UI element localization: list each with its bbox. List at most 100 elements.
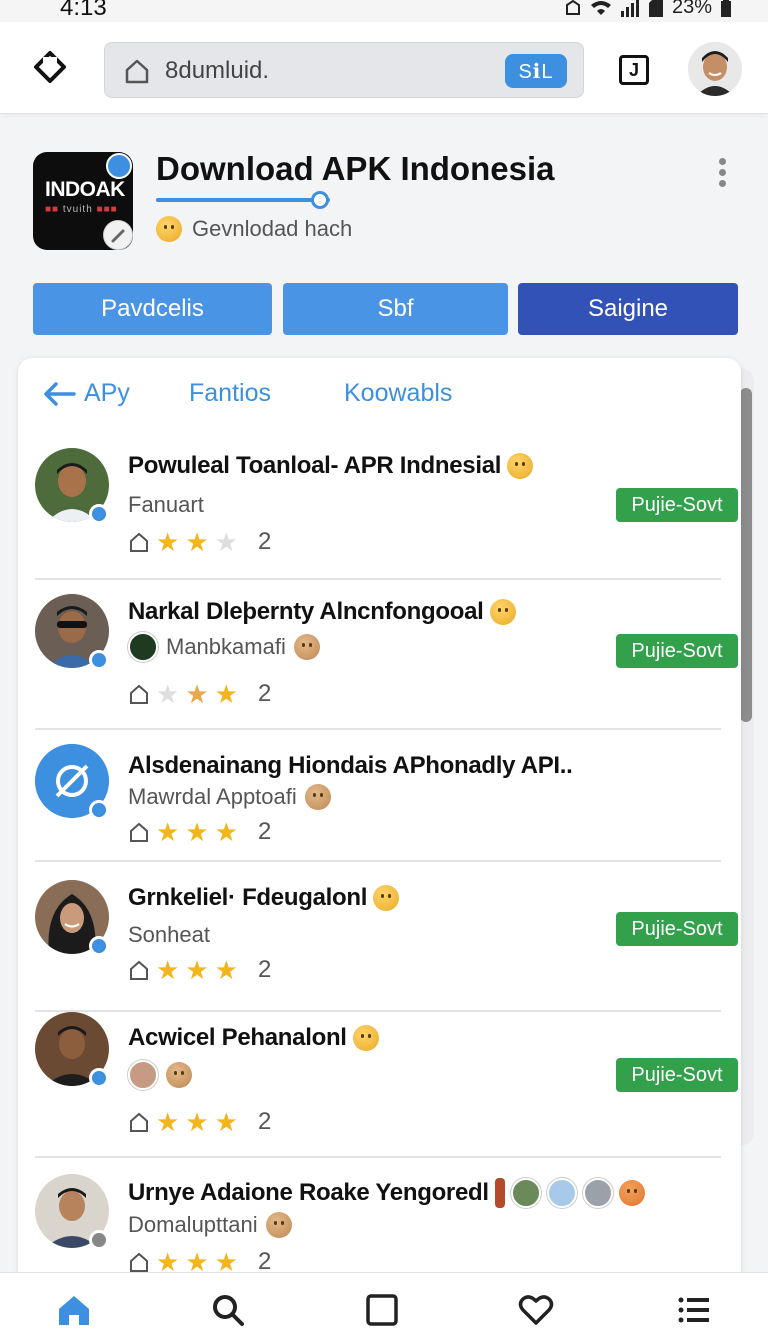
status-time: 4:13 — [60, 0, 107, 21]
face-emoji-icon — [166, 1062, 192, 1088]
back-tab-label: APy — [84, 379, 130, 407]
battery-percent: 23% — [671, 0, 712, 18]
smile-emoji-icon — [352, 1025, 379, 1051]
rating-count: 2 — [257, 818, 272, 845]
item-subtitle — [128, 1060, 192, 1090]
edit-icon[interactable] — [103, 220, 133, 250]
avatar — [35, 880, 109, 956]
item-rating: ★ ★ ★ 2 — [128, 956, 271, 984]
url-text[interactable]: 8dumluid. — [165, 57, 269, 85]
divider — [35, 728, 721, 730]
square-icon[interactable] — [364, 1293, 400, 1327]
avatar — [35, 594, 109, 670]
app-icon-title: INDOAK — [45, 178, 125, 201]
divider — [35, 860, 721, 862]
logo-hexagon-icon[interactable] — [32, 50, 68, 86]
item-rating: ★ ★ ★ 2 — [128, 1108, 271, 1136]
avatar — [35, 1012, 109, 1088]
action-button-2[interactable]: Sbf — [283, 283, 508, 335]
action-button-3[interactable]: Saigine — [518, 283, 738, 335]
item-title-text: Powuleal Toanloal- APR Indnesial — [128, 452, 502, 479]
download-progress-knob[interactable] — [311, 191, 329, 209]
sim-icon — [648, 0, 663, 17]
face-emoji-icon — [265, 1212, 292, 1238]
app-icon-subtitle: ■■ tvuith ■■■ — [45, 204, 118, 215]
verified-badge-icon — [89, 800, 109, 820]
home-icon[interactable] — [56, 1293, 92, 1327]
ssl-badge[interactable]: SℹL — [505, 54, 567, 88]
app-icon[interactable]: INDOAK ■■ tvuith ■■■ — [33, 152, 133, 250]
smile-emoji-icon — [373, 885, 400, 911]
item-subtitle: Sonheat — [128, 922, 210, 947]
item-rating: ★ ★ ★ 2 — [128, 528, 271, 556]
item-title-text: Grnkeliel· Fdeugalonl — [128, 884, 368, 911]
face-emoji-icon — [618, 1180, 645, 1206]
home-outline-icon[interactable] — [123, 57, 151, 85]
mini-avatar — [128, 632, 158, 662]
status-badge[interactable]: Pujie-Sovt — [616, 488, 738, 522]
address-bar[interactable]: 8dumluid. SℹL — [104, 42, 584, 98]
bottom-nav — [0, 1272, 768, 1344]
item-title-text: Urnye Adaione Roake Yengoredl — [128, 1179, 489, 1206]
browser-toolbar: 8dumluid. SℹL J — [0, 22, 768, 114]
list-item[interactable]: Powuleal Toanloal- APR Indnesial Fanuart… — [35, 448, 738, 580]
star-icon: ★ — [156, 955, 180, 985]
item-title: Narkal Dleþernty Alncnfongooal — [128, 598, 516, 626]
list-item[interactable]: Narkal Dleþernty Alncnfongooal Manbkamaf… — [35, 594, 738, 730]
menu-icon[interactable] — [676, 1293, 712, 1327]
item-title: Grnkeliel· Fdeugalonl — [128, 884, 400, 912]
signal-icon — [620, 0, 639, 17]
item-subtitle-text: Manbkamafi — [166, 634, 286, 659]
action-button-1[interactable]: Pavdcelis — [33, 283, 272, 335]
page-title: Download APK Indonesia — [156, 150, 555, 187]
list-item[interactable]: Grnkeliel· Fdeugalonl Sonheat ★ ★ ★ 2 Pu… — [35, 880, 738, 1012]
tab-fantios[interactable]: Fantios — [189, 379, 271, 408]
status-badge[interactable]: Pujie-Sovt — [616, 634, 738, 668]
app-icon-subtitle-text: tvuith — [62, 204, 93, 215]
back-tab[interactable]: APy — [44, 379, 130, 408]
results-card: APy Fantios Koowabls Powuleal Toanloal- … — [18, 358, 741, 1318]
notification-icon — [565, 0, 580, 15]
star-icon: ★ — [185, 1107, 209, 1137]
star-icon: ★ — [214, 955, 238, 985]
divider — [35, 578, 721, 580]
tabs-button[interactable]: J — [619, 55, 649, 85]
mini-avatar — [546, 1178, 577, 1208]
scrollbar[interactable] — [740, 388, 752, 722]
tab-koowabls[interactable]: Koowabls — [344, 379, 452, 408]
list-item[interactable]: Alsdenainang Hiondais APhonadly API.. Ma… — [35, 744, 721, 862]
star-empty-icon: ★ — [214, 527, 238, 557]
profile-avatar[interactable] — [688, 42, 742, 96]
heart-icon[interactable] — [518, 1293, 554, 1327]
item-subtitle-text: Mawrdal Apptoafi — [128, 784, 297, 809]
verified-badge-icon — [89, 936, 109, 956]
search-icon[interactable] — [210, 1293, 246, 1327]
star-icon: ★ — [214, 679, 238, 709]
more-options-icon[interactable] — [716, 158, 730, 187]
rating-count: 2 — [257, 528, 272, 555]
star-icon: ★ — [156, 527, 180, 557]
mini-avatar — [510, 1178, 541, 1208]
star-icon: ★ — [185, 679, 209, 709]
item-title-text: Narkal Dleþernty Alncnfongooal — [128, 598, 484, 625]
verified-badge-icon — [89, 504, 109, 524]
list-item[interactable]: Acwicel Pehanalonl ★ ★ ★ 2 Pujie-Sovt — [35, 1012, 738, 1158]
status-icons: 23% — [564, 0, 732, 19]
item-subtitle: Mawrdal Apptoafi — [128, 784, 331, 810]
status-badge[interactable]: Pujie-Sovt — [616, 912, 738, 946]
star-empty-icon: ★ — [156, 679, 180, 709]
status-badge[interactable]: Pujie-Sovt — [616, 1058, 738, 1092]
avatar — [35, 1174, 109, 1250]
home-outline-icon — [130, 532, 148, 552]
back-arrow-icon[interactable] — [44, 381, 76, 406]
thermometer-icon — [494, 1178, 505, 1208]
rating-count: 2 — [257, 1108, 272, 1135]
verified-badge-icon — [106, 153, 132, 179]
item-subtitle: Manbkamafi — [128, 632, 320, 662]
item-title: Powuleal Toanloal- APR Indnesial — [128, 452, 534, 480]
battery-icon — [721, 0, 731, 17]
star-icon: ★ — [214, 1107, 238, 1137]
verified-badge-icon — [89, 1068, 109, 1088]
item-title: Urnye Adaione Roake Yengoredl — [128, 1178, 645, 1208]
star-icon: ★ — [156, 817, 180, 847]
